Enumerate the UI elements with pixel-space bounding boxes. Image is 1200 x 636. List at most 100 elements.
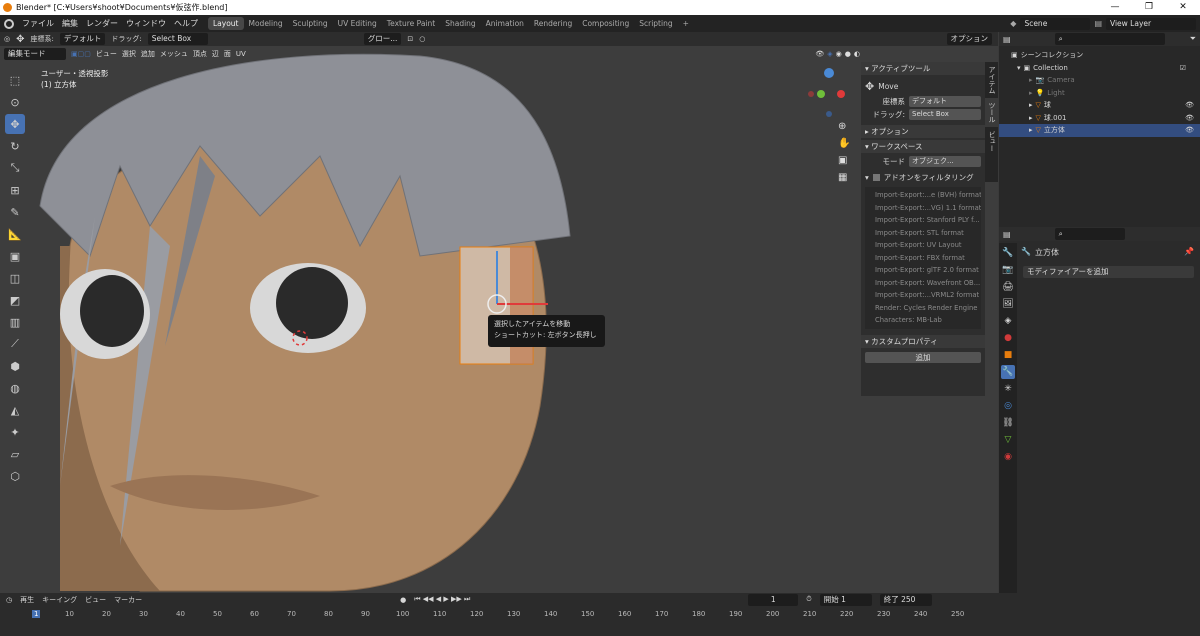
workspace-header[interactable]: ▾ ワークスペース [861, 140, 985, 153]
modifier-props-icon[interactable]: 🔧 [1001, 365, 1015, 379]
drag-field[interactable]: Select Box [909, 109, 981, 120]
menu-face[interactable]: 面 [224, 49, 231, 59]
rip-tool-icon[interactable]: ⬡ [5, 466, 25, 486]
shear-tool-icon[interactable]: ▱ [5, 444, 25, 464]
blender-menu-icon[interactable] [4, 18, 14, 29]
minimize-button[interactable]: — [1098, 0, 1132, 15]
playback-controls[interactable]: ⏮ ◀◀ ◀ ▶ ▶▶ ⏭ [414, 595, 470, 604]
eye-icon[interactable]: 👁 [1185, 99, 1194, 112]
menu-file[interactable]: ファイル [22, 18, 54, 29]
shading-solid-icon[interactable]: ● [845, 50, 851, 58]
addon-filter-checkbox[interactable] [872, 174, 880, 181]
frame-tick-current[interactable]: 1 [32, 610, 41, 618]
pin-icon[interactable]: 📌 [1184, 247, 1194, 258]
world-props-icon[interactable]: ● [1001, 331, 1015, 345]
drag-dropdown[interactable]: Select Box [147, 33, 208, 45]
menu-uv[interactable]: UV [236, 50, 246, 58]
tab-texture-paint[interactable]: Texture Paint [382, 17, 440, 30]
addon-item[interactable]: Import-Export: STL format [865, 227, 981, 240]
grid-view-icon[interactable]: ▦ [838, 172, 850, 183]
options-header[interactable]: ▸ オプション [861, 125, 985, 138]
render-props-icon[interactable]: 📷 [1001, 263, 1015, 277]
outliner-row[interactable]: ▸ ▽ 球 👁 [999, 99, 1200, 112]
menu-render[interactable]: レンダー [86, 18, 118, 29]
outliner-row[interactable]: ▾ ▣ Collection ☑ [999, 62, 1200, 75]
overlay-toggle-icon[interactable]: ◉ [836, 50, 842, 58]
addon-item[interactable]: Import-Export: FBX format [865, 252, 981, 265]
inset-tool-icon[interactable]: ◫ [5, 268, 25, 288]
select-mode-icons[interactable]: ▣▢▢ [71, 50, 91, 58]
tab-tool[interactable]: ツール [985, 98, 999, 127]
addon-item[interactable]: Import-Export:...VG) 1.1 format [865, 202, 981, 215]
shading-material-icon[interactable]: ◐ [854, 50, 860, 58]
properties-search-input[interactable]: ⌕ [1054, 228, 1125, 240]
measure-tool-icon[interactable]: 📐 [5, 224, 25, 244]
select-tool-icon[interactable]: ⬚ [5, 70, 25, 90]
proportional-icon[interactable]: ○ [419, 35, 425, 43]
coord-field[interactable]: デフォルト [909, 96, 981, 107]
add-modifier-dropdown[interactable]: モディファイアーを追加 [1023, 266, 1194, 278]
addon-item[interactable]: Import-Export: Wavefront OB... [865, 277, 981, 290]
tab-sculpting[interactable]: Sculpting [288, 17, 333, 30]
tool-props-icon[interactable]: 🔧 [1001, 246, 1015, 260]
bevel-tool-icon[interactable]: ◩ [5, 290, 25, 310]
menu-select[interactable]: 選択 [122, 49, 136, 59]
tab-compositing[interactable]: Compositing [577, 17, 634, 30]
tab-modeling[interactable]: Modeling [244, 17, 288, 30]
mode-dropdown[interactable]: 編集モード [4, 47, 66, 60]
view-menu[interactable]: ビュー [85, 595, 106, 605]
object-props-icon[interactable]: ■ [1001, 348, 1015, 362]
addon-item[interactable]: Import-Export: glTF 2.0 format [865, 264, 981, 277]
outliner-row[interactable]: ▸ ▽ 球.001 👁 [999, 112, 1200, 125]
shrink-tool-icon[interactable]: ✦ [5, 422, 25, 442]
tab-view[interactable]: ビュー [985, 127, 999, 156]
outliner-search-input[interactable]: ⌕ [1054, 33, 1165, 45]
scene-field[interactable]: Scene [1020, 17, 1091, 30]
eye-icon[interactable]: 👁 [1185, 124, 1194, 137]
coord-dropdown[interactable]: デフォルト [59, 33, 106, 45]
start-frame-field[interactable]: 開始 1 [819, 593, 872, 606]
timeline-editor-icon[interactable]: ◷ [6, 596, 12, 604]
addon-filter-header[interactable]: ▾ アドオンをフィルタリング [861, 171, 985, 184]
data-props-icon[interactable]: ▽ [1001, 433, 1015, 447]
rotate-tool-icon[interactable]: ↻ [5, 136, 25, 156]
material-props-icon[interactable]: ◉ [1001, 450, 1015, 464]
menu-edit[interactable]: 編集 [62, 18, 78, 29]
outliner-editor-icon[interactable]: ▤ [1003, 35, 1011, 44]
gizmo-toggle-icon[interactable]: ◈ [827, 50, 832, 58]
tab-shading[interactable]: Shading [440, 17, 480, 30]
pan-hand-icon[interactable]: ✋ [838, 138, 850, 149]
add-property-button[interactable]: 追加 [865, 351, 981, 363]
record-icon[interactable]: ● [400, 596, 406, 604]
editor-type-icon[interactable]: ◎ [4, 35, 10, 43]
current-frame-field[interactable]: 1 [748, 593, 799, 606]
keying-menu[interactable]: キーイング [42, 595, 77, 605]
scale-tool-icon[interactable]: ⤡ [5, 158, 25, 178]
spin-tool-icon[interactable]: ◍ [5, 378, 25, 398]
view-layer-field[interactable]: View Layer [1106, 17, 1196, 30]
tab-layout[interactable]: Layout [208, 17, 244, 30]
cursor-tool-icon[interactable]: ⊙ [5, 92, 25, 112]
tab-item[interactable]: アイテム [985, 62, 999, 98]
active-tool-header[interactable]: ▾ アクティブツール [861, 62, 985, 75]
zoom-icon[interactable]: ⊕ [838, 121, 850, 132]
camera-view-icon[interactable]: ▣ [838, 155, 850, 166]
checkbox-icon[interactable]: ☑ [1180, 62, 1186, 75]
addon-item[interactable]: Import-Export:...VRML2 format [865, 289, 981, 302]
properties-editor-icon[interactable]: ▤ [1003, 230, 1011, 239]
tab-animation[interactable]: Animation [481, 17, 529, 30]
menu-vertex[interactable]: 頂点 [193, 49, 207, 59]
move-tool-icon[interactable]: ✥ [5, 114, 25, 134]
filter-icon[interactable]: ⏷ [1190, 34, 1196, 44]
custom-props-header[interactable]: ▾ カスタムプロパティ [861, 334, 985, 348]
menu-edge[interactable]: 辺 [212, 49, 219, 59]
frame-ruler[interactable]: 1 10 20 30 40 50 60 70 80 90 100 110 120… [0, 608, 1000, 620]
knife-tool-icon[interactable]: ⟋ [5, 334, 25, 354]
constraint-props-icon[interactable]: ⛓ [1001, 416, 1015, 430]
outliner-row[interactable]: ▸ 💡 Light [999, 87, 1200, 100]
playback-menu[interactable]: 再生 [20, 595, 34, 605]
tab-uv-editing[interactable]: UV Editing [333, 17, 382, 30]
addon-item[interactable]: Render: Cycles Render Engine [865, 302, 981, 315]
extrude-tool-icon[interactable]: ▣ [5, 246, 25, 266]
tab-rendering[interactable]: Rendering [529, 17, 577, 30]
